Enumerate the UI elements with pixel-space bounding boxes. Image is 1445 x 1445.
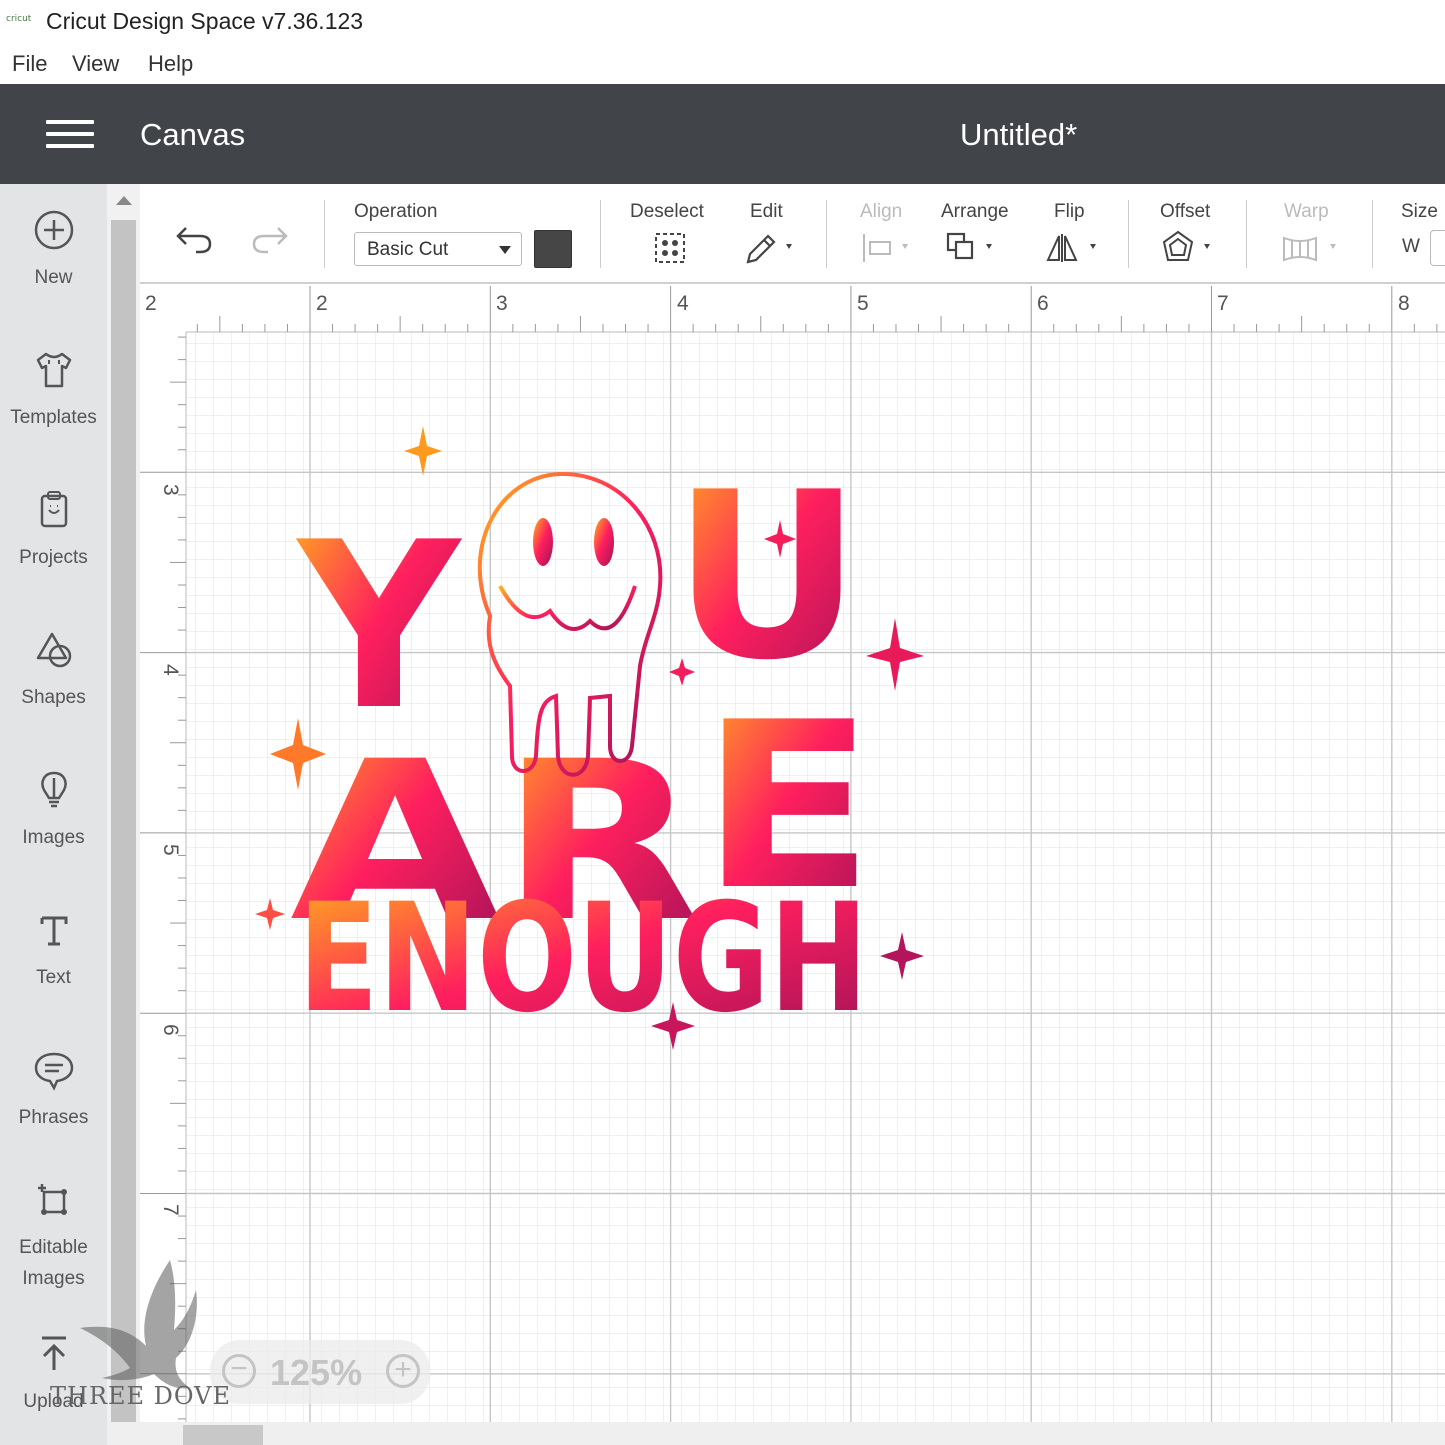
sidebar-item-templates[interactable]: Templates (0, 348, 107, 433)
ruler-v-label: 3 (159, 484, 182, 496)
deselect-icon[interactable] (652, 230, 688, 266)
size-width-input[interactable] (1430, 230, 1445, 266)
smiley-eye (594, 518, 614, 566)
menu-bar: File View Help (0, 44, 1445, 84)
size-width-label: W (1402, 236, 1420, 257)
sidebar-item-label: Shapes (21, 687, 86, 708)
sidebar-item-text[interactable]: Text (0, 908, 107, 993)
window-title: Cricut Design Space v7.36.123 (46, 8, 364, 34)
edit-toolbar: Operation Basic Cut Deselect Edit Align … (140, 184, 1445, 284)
flip-label: Flip (1054, 201, 1085, 222)
toolbar-divider (1246, 200, 1247, 268)
scroll-up-arrow-icon[interactable] (116, 196, 132, 205)
lightbulb-icon (40, 771, 67, 808)
offset-label: Offset (1160, 201, 1211, 222)
sidebar-item-new[interactable]: New (0, 208, 107, 293)
menu-file[interactable]: File (12, 51, 47, 77)
document-title[interactable]: Untitled* (960, 117, 1077, 153)
sidebar-item-label: Text (36, 967, 71, 988)
design-word-enough: ENOUGH (298, 872, 868, 1046)
ruler-h-label: 7 (1217, 292, 1229, 315)
operation-dropdown[interactable]: Basic Cut (354, 232, 522, 266)
ruler-h-label: 3 (496, 292, 508, 315)
arrange-icon[interactable] (944, 230, 1000, 266)
scrollbar-thumb[interactable] (111, 220, 136, 1430)
toolbar-divider (826, 200, 827, 268)
watermark-text: THREE DOVE (50, 1382, 232, 1410)
ruler-h-label: 2 (145, 292, 157, 315)
speech-bubble-icon (34, 1052, 73, 1091)
sidebar-item-label: Phrases (18, 1107, 89, 1128)
design-canvas[interactable]: 2 2 3 4 5 6 7 8 3 4 5 6 7 Y U A R E ENOU… (140, 286, 1445, 1422)
deselect-label: Deselect (630, 201, 704, 222)
design-letter-u: U (672, 444, 862, 711)
sidebar-item-label: New (34, 267, 73, 288)
ruler-h-label: 5 (857, 292, 869, 315)
toolbar-divider (324, 200, 325, 268)
toolbar-divider (1128, 200, 1129, 268)
menu-view[interactable]: View (72, 51, 119, 77)
toolbar-divider (1372, 200, 1373, 268)
title-bar: cricut Cricut Design Space v7.36.123 (0, 0, 1445, 44)
offset-icon[interactable] (1160, 230, 1220, 266)
sidebar-item-phrases[interactable]: Phrases (0, 1048, 107, 1133)
text-icon (40, 916, 67, 946)
size-label: Size (1401, 201, 1438, 222)
warp-label: Warp (1284, 201, 1329, 222)
ruler-v-label: 6 (159, 1024, 182, 1036)
redo-icon[interactable] (248, 222, 292, 254)
sidebar-item-shapes[interactable]: Shapes (0, 628, 107, 713)
ruler-v-label: 5 (159, 844, 182, 856)
app-logo: cricut (6, 14, 32, 24)
canvas-grid: 2 2 3 4 5 6 7 8 3 4 5 6 7 Y U A R E ENOU… (140, 286, 1445, 1422)
ruler-h-label: 6 (1037, 292, 1049, 315)
smiley-eye (533, 518, 553, 566)
edit-label: Edit (750, 201, 783, 222)
operation-label: Operation (354, 201, 438, 222)
menu-help[interactable]: Help (148, 51, 193, 77)
shapes-icon (36, 632, 71, 668)
horizontal-scrollbar[interactable] (107, 1422, 1445, 1445)
tshirt-icon (36, 352, 71, 388)
app-header: Canvas Untitled* (0, 84, 1445, 184)
zoom-level: 125% (270, 1352, 363, 1393)
editable-image-icon (37, 1184, 67, 1215)
flip-icon[interactable] (1046, 230, 1102, 266)
hamburger-menu-icon[interactable] (46, 120, 94, 150)
align-icon (863, 234, 908, 262)
color-swatch[interactable] (534, 230, 572, 268)
edit-pencil-icon[interactable] (744, 230, 800, 266)
sidebar-item-images[interactable]: Images (0, 768, 107, 853)
align-label: Align (860, 201, 903, 222)
sidebar-item-label: Templates (10, 407, 97, 428)
ruler-h-label: 4 (677, 292, 689, 315)
sidebar-item-projects[interactable]: Projects (0, 488, 107, 573)
sidebar-item-label: Projects (19, 547, 88, 568)
warp-icon (1283, 236, 1336, 262)
sidebar-item-label: Images (22, 827, 85, 848)
plus-circle-icon (34, 210, 73, 250)
zoom-in-button[interactable]: + (386, 1354, 420, 1388)
operation-value: Basic Cut (367, 239, 449, 260)
undo-icon[interactable] (172, 222, 216, 254)
section-title: Canvas (140, 117, 246, 152)
ruler-h-label: 2 (316, 292, 328, 315)
arrange-label: Arrange (941, 201, 1009, 222)
ruler-v-label: 7 (159, 1204, 182, 1216)
chevron-down-icon (499, 246, 511, 254)
toolbar-divider (600, 200, 601, 268)
clipboard-icon (40, 491, 67, 528)
ruler-h-label: 8 (1398, 292, 1410, 315)
ruler-v-label: 4 (159, 664, 182, 676)
